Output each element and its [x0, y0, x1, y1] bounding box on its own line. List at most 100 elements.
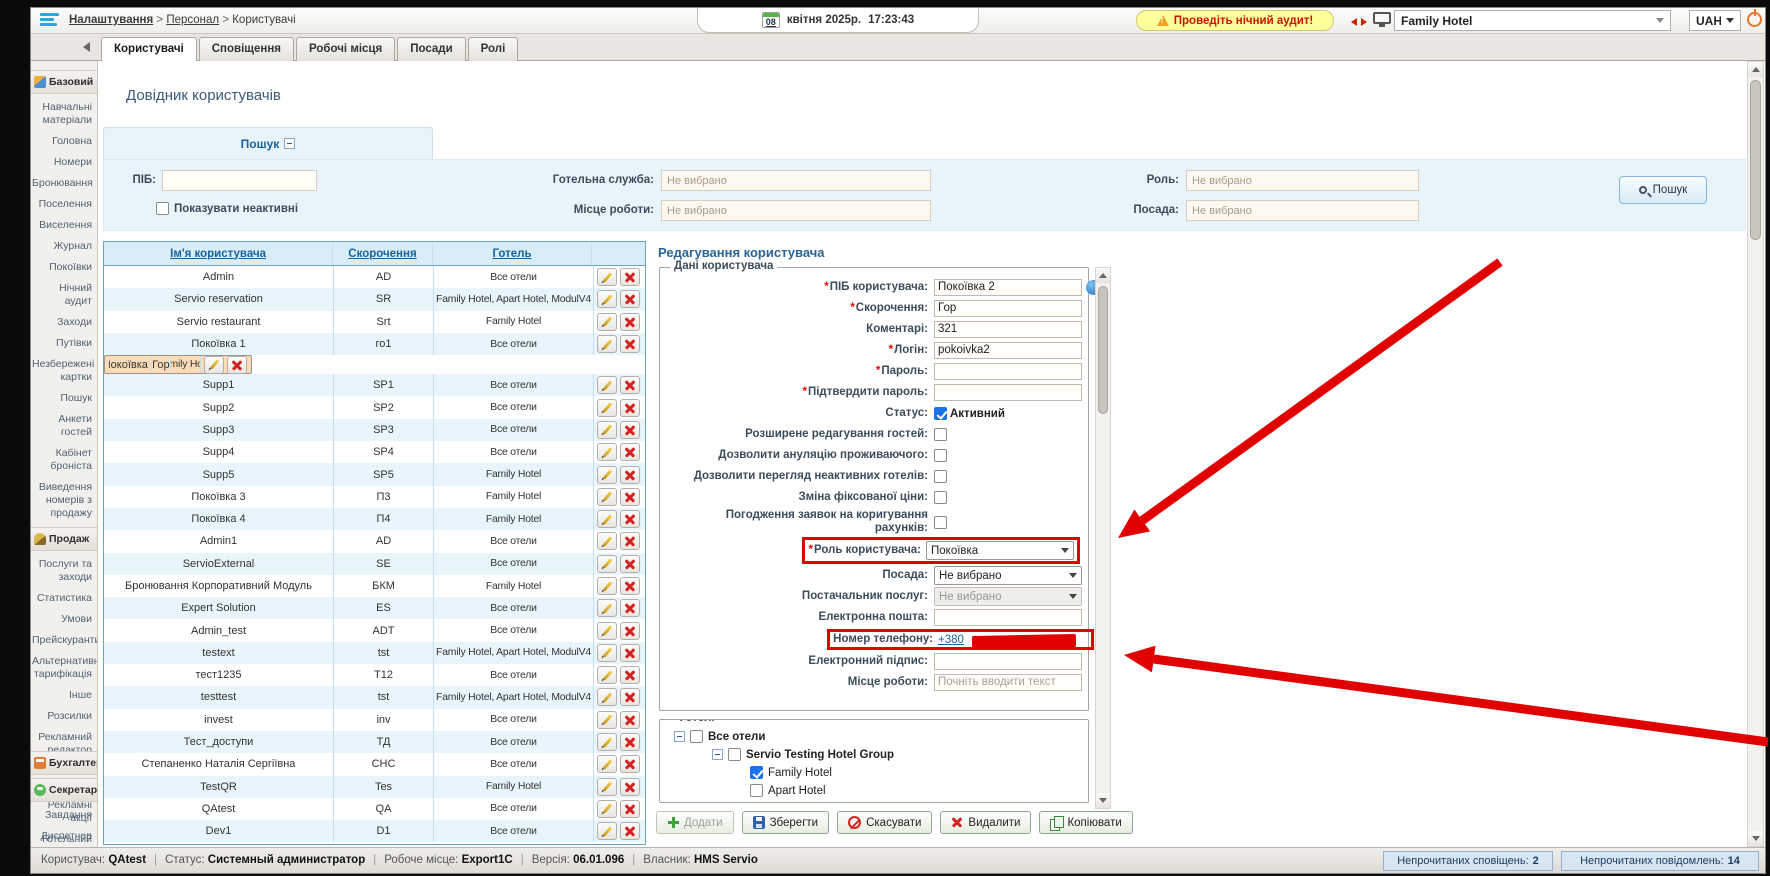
table-row[interactable]: investinvВсе отели [104, 709, 645, 731]
sidebar-item-3-1[interactable]: Диспетчер [31, 826, 97, 847]
table-row[interactable]: Admin_testADTВсе отели [104, 619, 645, 641]
edit-row-button[interactable] [597, 466, 617, 484]
delete-row-button[interactable] [620, 268, 640, 286]
tab-0[interactable]: Користувачі [101, 37, 197, 62]
edit-row-button[interactable] [597, 268, 617, 286]
sidebar-section-0[interactable]: Базовий [31, 70, 97, 94]
edit-row-button[interactable] [597, 335, 617, 353]
edit-row-button[interactable] [597, 510, 617, 528]
cancel-button[interactable]: Скасувати [837, 811, 932, 834]
copy-button[interactable]: Копіювати [1039, 811, 1132, 834]
delete-row-button[interactable] [620, 577, 640, 595]
hotel-service-field[interactable]: Не вибрано [661, 170, 931, 191]
checkbox-7[interactable] [934, 428, 947, 441]
delete-row-button[interactable] [620, 290, 640, 308]
edit-row-button[interactable] [597, 313, 617, 331]
select-12[interactable]: Покоївка [926, 541, 1074, 560]
hotel-selector[interactable]: Family Hotel [1394, 10, 1671, 31]
page-scrollbar[interactable] [1747, 61, 1764, 847]
delete-button[interactable]: Видалити [940, 811, 1031, 834]
text-field-18[interactable]: Почніть вводити текст [934, 674, 1082, 691]
delete-row-button[interactable] [620, 532, 640, 550]
delete-row-button[interactable] [620, 733, 640, 751]
delete-row-button[interactable] [620, 376, 640, 394]
table-row[interactable]: Покоївка 1го1Все отели [104, 333, 645, 355]
scroll-up-icon[interactable] [1096, 268, 1110, 283]
sidebar-item-0-12[interactable]: Пошук [31, 388, 97, 409]
table-row[interactable]: Admin1ADВсе отели [104, 530, 645, 552]
table-row[interactable]: AdminADВсе отели [104, 266, 645, 288]
sidebar-item-1-4[interactable]: Альтернативна тарифікація [31, 651, 97, 685]
scroll-down-icon[interactable] [1096, 793, 1110, 808]
unread-messages-badge[interactable]: Непрочитаних повідомлень: 14 [1561, 851, 1759, 871]
table-row[interactable]: testtesttstFamily Hotel, Apart Hotel, Mo… [104, 686, 645, 708]
sidebar-item-0-5[interactable]: Виселення [31, 215, 97, 236]
table-row[interactable]: Supp1SP1Все отели [104, 374, 645, 396]
table-row[interactable]: TestQRTesFamily Hotel [104, 776, 645, 798]
column-header-hotel[interactable]: Готель [433, 242, 592, 265]
sidebar-item-0-9[interactable]: Заходи [31, 312, 97, 333]
table-row[interactable]: Supp4SP4Все отели [104, 441, 645, 463]
delete-row-button[interactable] [620, 711, 640, 729]
breadcrumb-personnel[interactable]: Персонал [166, 14, 219, 26]
night-audit-warning[interactable]: Проведіть нічний аудит! [1136, 10, 1334, 31]
sidebar-item-0-13[interactable]: Анкети гостей [31, 409, 97, 443]
edit-row-button[interactable] [597, 733, 617, 751]
text-field-17[interactable] [934, 653, 1082, 670]
page-scrollbar-thumb[interactable] [1750, 80, 1761, 240]
delete-row-button[interactable] [620, 622, 640, 640]
edit-row-button[interactable] [597, 822, 617, 840]
search-panel-tab[interactable]: Пошук [103, 127, 433, 159]
sidebar-item-1-6[interactable]: Розсилки [31, 706, 97, 727]
table-row[interactable]: Покоївка 4П4Family Hotel [104, 508, 645, 530]
sidebar-item-0-3[interactable]: Бронювання [31, 173, 97, 194]
sidebar-item-0-15[interactable]: Виведення номерів з продажу [31, 477, 97, 524]
checkbox-8[interactable] [934, 449, 947, 462]
table-row[interactable]: Servio restaurantSrtFamily Hotel [104, 311, 645, 333]
tab-2[interactable]: Робочі місця [296, 37, 395, 61]
sidebar-collapse-icon[interactable] [83, 42, 90, 52]
collapse-icon[interactable] [712, 749, 723, 760]
sidebar-item-1-2[interactable]: Умови [31, 609, 97, 630]
table-row[interactable]: Тест_доступиТДВсе отели [104, 731, 645, 753]
delete-row-button[interactable] [620, 755, 640, 773]
edit-row-button[interactable] [597, 577, 617, 595]
position-filter-field[interactable]: Не вибрано [1186, 200, 1419, 221]
show-inactive-toggle[interactable]: Показувати неактивні [156, 202, 298, 215]
search-button[interactable]: Пошук [1619, 176, 1707, 204]
checkbox-6[interactable] [934, 407, 947, 420]
delete-row-button[interactable] [620, 466, 640, 484]
delete-row-button[interactable] [620, 421, 640, 439]
table-row[interactable]: Покоївка 2ГорFamily Hotel [104, 355, 252, 374]
delete-row-button[interactable] [620, 599, 640, 617]
table-row[interactable]: Supp3SP3Все отели [104, 419, 645, 441]
sidebar-item-0-8[interactable]: Нічний аудит [31, 278, 97, 312]
text-field-5[interactable] [934, 384, 1082, 401]
delete-row-button[interactable] [620, 399, 640, 417]
menu-icon[interactable] [40, 13, 60, 28]
edit-row-button[interactable] [597, 376, 617, 394]
breadcrumb-settings[interactable]: Налаштування [69, 14, 153, 26]
delete-row-button[interactable] [620, 555, 640, 573]
table-row[interactable]: ServioExternalSEВсе отели [104, 553, 645, 575]
sidebar-item-0-11[interactable]: Незбережені картки [31, 354, 97, 388]
hotel-checkbox[interactable] [728, 748, 741, 761]
text-field-15[interactable] [934, 609, 1082, 626]
table-row[interactable]: Покоївка 3П3Family Hotel [104, 486, 645, 508]
date-time-box[interactable]: 08 квітня 2025р. 17:23:43 [697, 8, 979, 33]
monitor-icon[interactable] [1373, 12, 1391, 24]
sidebar-section-1[interactable]: Продаж [31, 527, 97, 551]
column-header-username[interactable]: Ім'я користувача [104, 242, 333, 265]
checkbox-10[interactable] [934, 491, 947, 504]
table-row[interactable]: testexttstFamily Hotel, Apart Hotel, Mod… [104, 642, 645, 664]
edit-row-button[interactable] [597, 688, 617, 706]
sidebar-item-0-7[interactable]: Покоївки [31, 257, 97, 278]
sidebar-item-1-1[interactable]: Статистика [31, 588, 97, 609]
currency-selector[interactable]: UAH [1689, 10, 1741, 31]
hotel-checkbox[interactable] [750, 784, 763, 797]
swap-arrows-icon[interactable] [1351, 15, 1367, 27]
sidebar-item-0-2[interactable]: Номери [31, 152, 97, 173]
role-filter-field[interactable]: Не вибрано [1186, 170, 1419, 191]
edit-row-button[interactable] [597, 399, 617, 417]
table-row[interactable]: Степаненко Наталія СергіївнаСНСВсе отели [104, 753, 645, 775]
